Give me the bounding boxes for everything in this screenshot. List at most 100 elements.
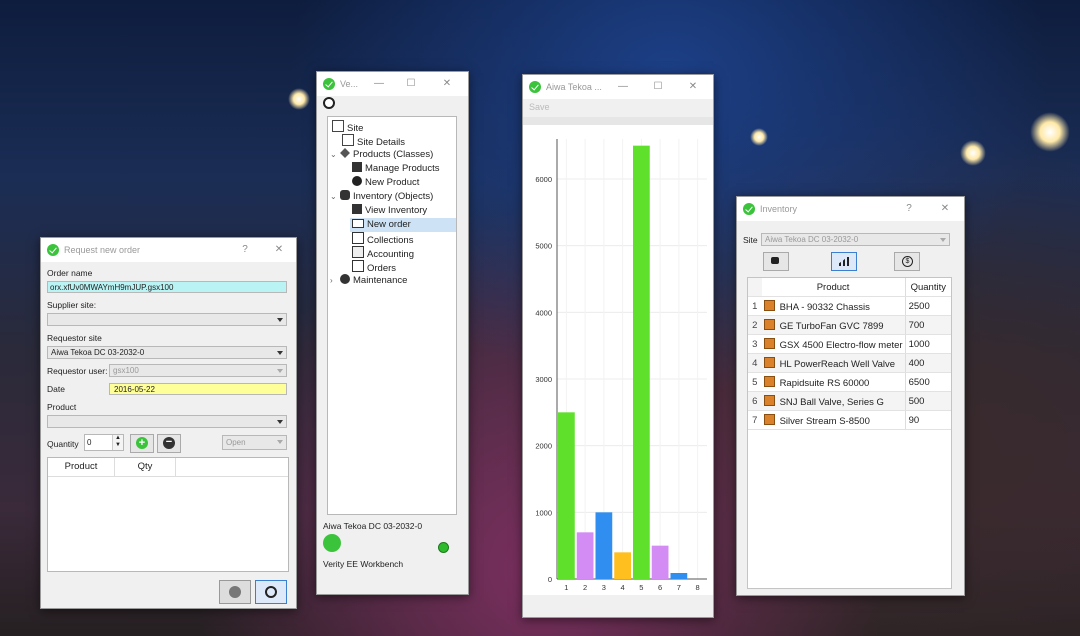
table-row[interactable]: 6 SNJ Ball Valve, Series G 500 xyxy=(748,391,951,411)
close-icon[interactable]: ✕ xyxy=(937,201,953,217)
product-cell: SNJ Ball Valve, Series G xyxy=(761,391,906,411)
chart-titlebar[interactable]: Aiwa Tekoa ... — ☐ ✕ xyxy=(523,75,713,99)
circle-icon xyxy=(265,586,277,598)
table-row[interactable]: 5 Rapidsuite RS 60000 6500 xyxy=(748,372,951,392)
tree-label-inventory: Inventory (Objects) xyxy=(353,191,434,202)
tree-item-collections[interactable]: Collections xyxy=(352,232,413,246)
home-icon[interactable] xyxy=(323,97,335,109)
column-header-qty[interactable]: Qty xyxy=(115,458,176,476)
expand-chevron-icon[interactable]: ⌄ xyxy=(330,148,340,162)
submit-button[interactable] xyxy=(255,580,287,604)
tree-item-view-inventory[interactable]: View Inventory xyxy=(352,204,427,218)
y-tick-label: 5000 xyxy=(535,242,552,251)
table-row[interactable]: 7 Silver Stream S-8500 90 xyxy=(748,410,951,430)
tree-item-manage-products[interactable]: Manage Products xyxy=(352,162,439,176)
quantity-cell: 90 xyxy=(905,410,951,430)
product-combo[interactable] xyxy=(47,415,287,428)
search-view-button[interactable] xyxy=(763,252,789,271)
request-new-order-window: Request new order ? ✕ Order name orx.xfU… xyxy=(40,237,297,609)
expand-chevron-icon[interactable]: › xyxy=(330,274,340,288)
row-index: 7 xyxy=(748,410,762,430)
boxes-icon xyxy=(352,162,362,172)
supplier-site-label: Supplier site: xyxy=(47,300,97,310)
order-window-title: Request new order xyxy=(64,245,141,255)
accounting-view-button[interactable]: $ xyxy=(894,252,920,271)
tree-item-maintenance[interactable]: › Maintenance xyxy=(330,274,407,288)
verity-window-title: Ve... xyxy=(340,79,359,89)
inventory-titlebar[interactable]: Inventory ? ✕ xyxy=(737,197,964,221)
boxes-icon xyxy=(352,204,362,214)
table-row[interactable]: 2 GE TurboFan GVC 7899 700 xyxy=(748,315,951,335)
table-row[interactable]: 4 HL PowerReach Well Valve 400 xyxy=(748,353,951,373)
tree-label-accounting: Accounting xyxy=(367,249,415,260)
site-combo[interactable]: Aiwa Tekoa DC 03-2032-0 xyxy=(761,233,950,246)
tree-label-orders: Orders xyxy=(367,263,397,274)
save-menu-item[interactable]: Save xyxy=(529,102,550,112)
order-name-label: Order name xyxy=(47,268,93,278)
order-name-input[interactable]: orx.xfUv0MWAYmH9mJUP.gsx100 xyxy=(47,281,287,293)
tree-label-manage-products: Manage Products xyxy=(365,163,440,174)
box-icon xyxy=(763,318,775,330)
maximize-icon[interactable]: ☐ xyxy=(650,79,666,95)
requestor-site-combo[interactable]: Aiwa Tekoa DC 03-2032-0 xyxy=(47,346,287,359)
tree-item-accounting[interactable]: Accounting xyxy=(352,246,414,260)
minimize-icon[interactable]: — xyxy=(615,79,631,95)
verity-navigation-window: Ve... — ☐ ✕ Site Site Details ⌄ Products … xyxy=(316,71,469,595)
expand-chevron-icon[interactable]: ⌄ xyxy=(330,190,340,204)
requestor-user-combo[interactable]: gsx100 xyxy=(109,364,287,377)
requestor-site-label: Requestor site xyxy=(47,333,102,343)
chart-view-button[interactable] xyxy=(831,252,857,271)
add-product-button[interactable]: + xyxy=(130,434,154,453)
box-icon xyxy=(763,356,775,368)
x-tick-label: 8 xyxy=(696,583,700,592)
table-row[interactable]: 3 GSX 4500 Electro-flow meter 1000 xyxy=(748,334,951,354)
stepper-arrows-icon[interactable]: ▲ ▼ xyxy=(112,435,123,450)
minimize-icon[interactable]: — xyxy=(371,76,387,92)
inventory-table[interactable]: Product Quantity 1 BHA - 90332 Chassis 250… xyxy=(747,277,952,589)
tree-item-inventory[interactable]: ⌄ Inventory (Objects) xyxy=(330,190,433,204)
quantity-cell: 400 xyxy=(905,353,951,373)
status-combo[interactable]: Open xyxy=(222,435,287,450)
column-header-quantity[interactable]: Quantity xyxy=(905,278,951,297)
quantity-cell: 700 xyxy=(905,315,951,335)
verity-titlebar[interactable]: Ve... — ☐ ✕ xyxy=(317,72,468,96)
box-icon xyxy=(763,337,775,349)
verity-logo-icon xyxy=(323,534,341,552)
column-header-product[interactable]: Product xyxy=(761,278,906,297)
order-items-table[interactable]: Product Qty xyxy=(47,457,289,572)
tree-item-products[interactable]: ⌄ Products (Classes) xyxy=(330,148,433,162)
box-icon xyxy=(763,413,775,425)
close-icon[interactable]: ✕ xyxy=(271,242,287,258)
chart-window-title: Aiwa Tekoa ... xyxy=(546,82,602,92)
row-index: 6 xyxy=(748,391,762,411)
maximize-icon[interactable]: ☐ xyxy=(403,76,419,92)
footer-app-name: Verity EE Workbench xyxy=(323,559,404,569)
tree-item-orders[interactable]: Orders xyxy=(352,260,396,274)
date-input[interactable]: 2016-05-22 xyxy=(109,383,287,395)
navigation-tree[interactable]: Site Site Details ⌄ Products (Classes) Ma… xyxy=(327,116,457,515)
help-button[interactable]: ? xyxy=(901,201,917,217)
tree-item-site[interactable]: Site xyxy=(332,120,363,134)
table-row[interactable]: 1 BHA - 90332 Chassis 2500 xyxy=(748,296,951,316)
order-titlebar[interactable]: Request new order ? ✕ xyxy=(41,238,296,262)
product-cell: BHA - 90332 Chassis xyxy=(761,296,906,316)
tree-item-site-details[interactable]: Site Details xyxy=(342,134,405,148)
help-button[interactable]: ? xyxy=(237,242,253,258)
app-logo-icon xyxy=(529,81,541,93)
close-icon[interactable]: ✕ xyxy=(439,76,455,92)
column-header-product[interactable]: Product xyxy=(48,458,115,476)
cancel-button[interactable] xyxy=(219,580,251,604)
chart-bar xyxy=(614,552,631,579)
inventory-chart-window: Aiwa Tekoa ... — ☐ ✕ Save 0 1000 2000 3000 4… xyxy=(522,74,714,618)
supplier-site-combo[interactable] xyxy=(47,313,287,326)
tree-item-new-order[interactable]: New order xyxy=(350,218,456,232)
quantity-stepper[interactable]: 0 ▲ ▼ xyxy=(84,434,124,451)
background-light xyxy=(288,88,310,110)
y-tick-label: 2000 xyxy=(535,442,552,451)
close-icon[interactable]: ✕ xyxy=(685,79,701,95)
remove-product-button[interactable]: − xyxy=(157,434,181,453)
tree-item-new-product[interactable]: New Product xyxy=(352,176,419,190)
quantity-cell: 6500 xyxy=(905,372,951,392)
y-tick-label: 6000 xyxy=(535,175,552,184)
chart-bar xyxy=(651,545,669,579)
